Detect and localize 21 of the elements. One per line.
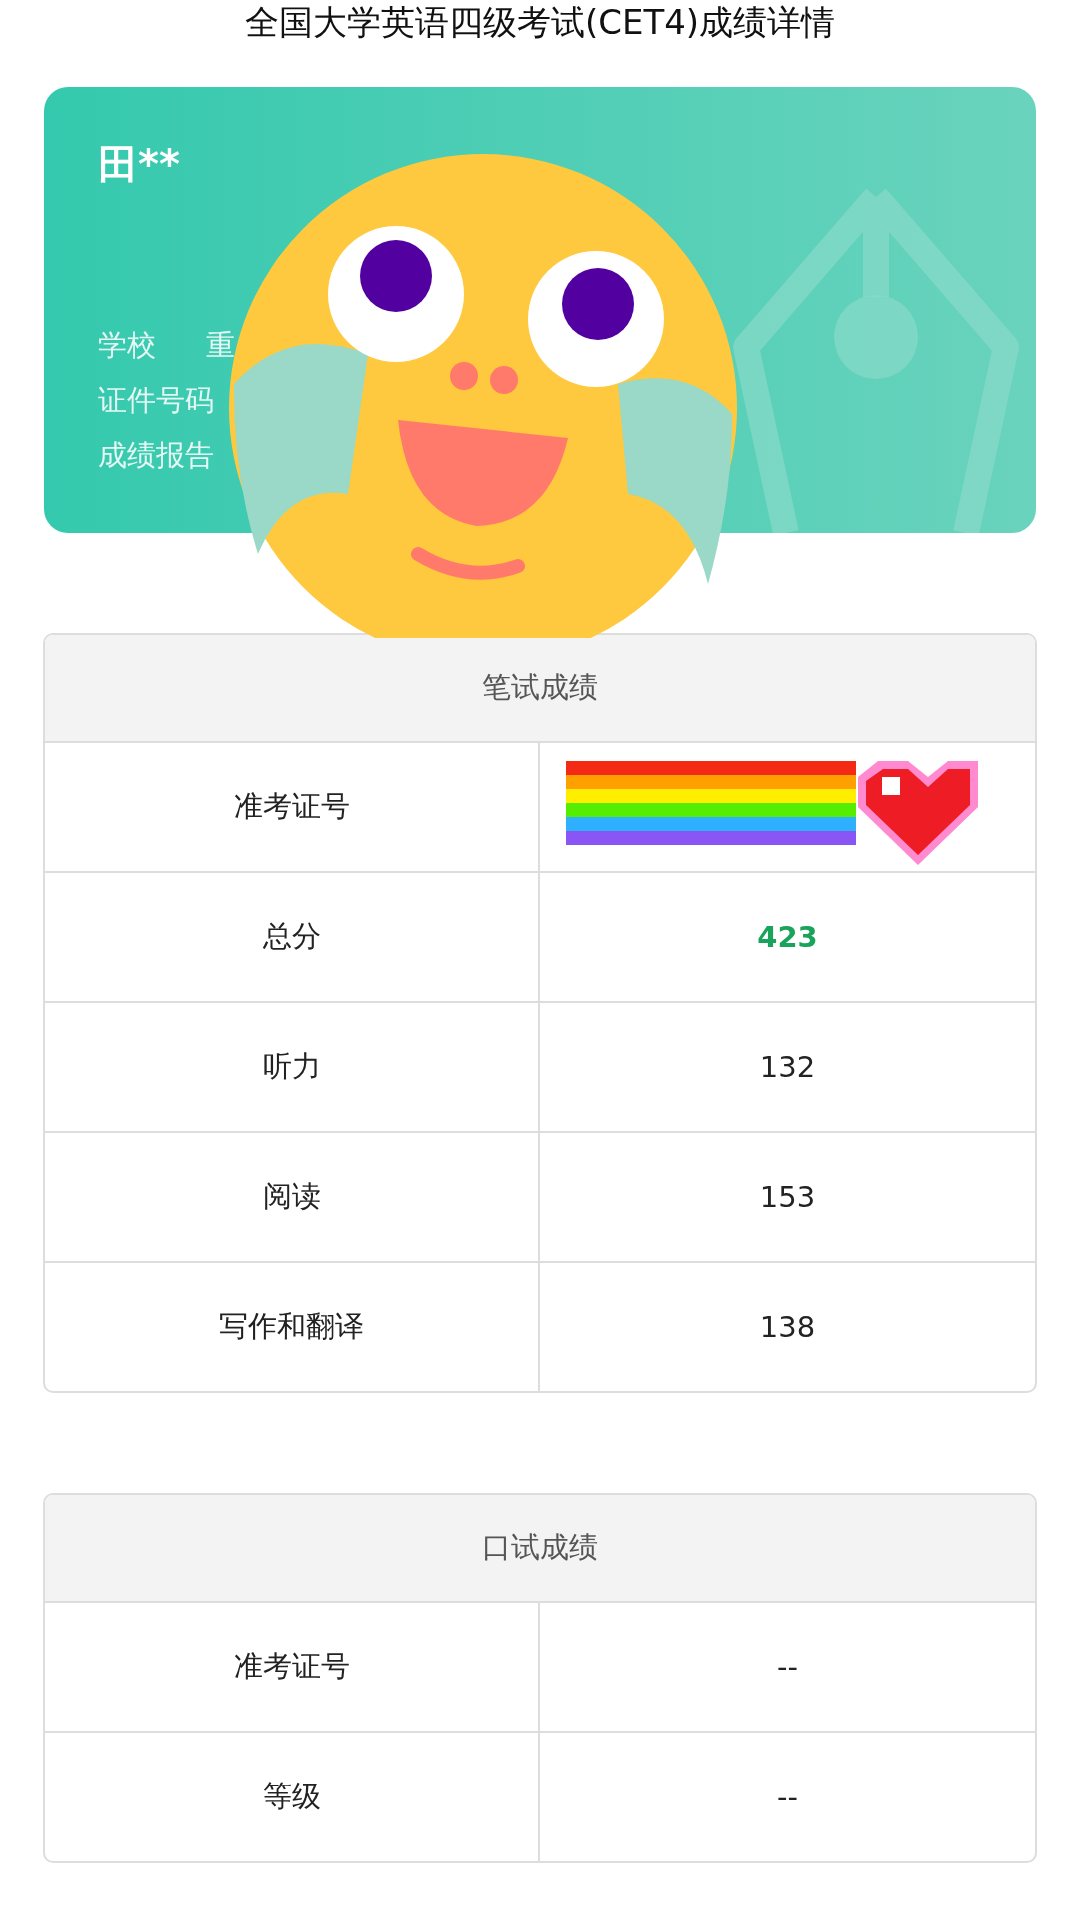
student-name: 田** — [98, 140, 180, 189]
section-heading: 笔试成绩 — [482, 669, 598, 706]
row-value: 153 — [759, 1180, 816, 1214]
row-label: 听力 — [262, 1048, 321, 1085]
row-value: 138 — [759, 1310, 816, 1344]
row-value: -- — [777, 1780, 798, 1814]
row-label: 总分 — [262, 918, 321, 955]
row-value: -- — [777, 1650, 798, 1684]
row-label: 写作和翻译 — [219, 1308, 364, 1345]
total-score: 423 — [757, 920, 818, 954]
field-label: 证件号码 — [98, 381, 214, 419]
section-heading: 口试成绩 — [482, 1529, 598, 1566]
row-label: 等级 — [262, 1778, 321, 1815]
field-label: 成绩报告 — [98, 436, 214, 474]
page-title: 全国大学英语四级考试(CET4)成绩详情 — [244, 1, 836, 44]
field-value: 重 — [206, 326, 235, 364]
field-label: 学校 — [98, 326, 156, 364]
row-value: 132 — [759, 1050, 816, 1084]
row-label: 阅读 — [262, 1178, 321, 1215]
row-label: 准考证号 — [233, 788, 350, 825]
row-label: 准考证号 — [233, 1648, 350, 1685]
